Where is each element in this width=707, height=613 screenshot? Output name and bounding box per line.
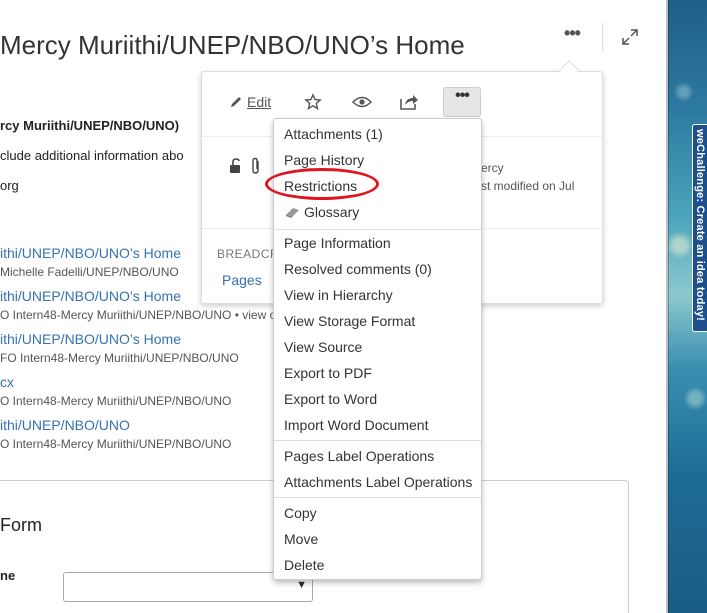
share-icon [400, 95, 418, 110]
menu-item-attachments-label-operations[interactable]: Attachments Label Operations [284, 474, 472, 490]
recent-item-link[interactable]: cx [0, 374, 14, 390]
edit-button[interactable]: Edit [229, 90, 271, 114]
menu-item-view-source[interactable]: View Source [284, 339, 362, 355]
menu-item-pages-label-operations[interactable]: Pages Label Operations [284, 448, 434, 464]
form-field-label: ne [0, 568, 16, 583]
recent-item-link[interactable]: ithi/UNEP/NBO/UNO’s Home [0, 288, 181, 304]
menu-divider [274, 229, 481, 230]
menu-divider [274, 440, 481, 441]
breadcrumb-pages-link[interactable]: Pages [222, 272, 262, 288]
share-button[interactable] [399, 90, 419, 114]
pencil-icon [231, 97, 241, 107]
more-actions-button[interactable]: ••• [443, 87, 481, 117]
menu-item-import-word-document[interactable]: Import Word Document [284, 417, 428, 433]
menu-item-attachments[interactable]: Attachments (1) [284, 126, 383, 142]
menu-item-restrictions[interactable]: Restrictions [284, 178, 357, 194]
popup-meta-line: ercy [481, 161, 504, 175]
expand-icon[interactable] [621, 28, 639, 46]
book-icon [286, 208, 299, 218]
unlock-icon[interactable] [229, 158, 243, 174]
menu-item-export-to-word[interactable]: Export to Word [284, 391, 377, 407]
profile-domain: org [0, 178, 19, 193]
menu-item-delete[interactable]: Delete [284, 557, 324, 573]
recent-item-meta: O Intern48-Mercy Muriithi/UNEP/NBO/UNO [0, 394, 232, 408]
eye-icon [352, 96, 372, 108]
form-title: Form [0, 515, 42, 535]
paperclip-icon[interactable] [250, 157, 262, 175]
profile-name: rcy Muriithi/UNEP/NBO/UNO) [0, 118, 180, 133]
menu-item-glossary[interactable]: Glossary [304, 204, 359, 220]
star-button[interactable] [304, 90, 322, 114]
star-icon [304, 93, 322, 110]
menu-item-resolved-comments[interactable]: Resolved comments (0) [284, 261, 432, 277]
page-title: Mercy Muriithi/UNEP/NBO/UNO’s Home [0, 30, 465, 60]
recent-item-meta: O Intern48-Mercy Muriithi/UNEP/NBO/UNO •… [0, 308, 276, 322]
profile-info: clude additional information abo [0, 148, 184, 163]
breadcrumbs-label: BREADCR [217, 247, 280, 261]
recent-item-meta: FO Intern48-Mercy Muriithi/UNEP/NBO/UNO [0, 351, 239, 365]
recent-item-link[interactable]: ithi/UNEP/NBO/UNO’s Home [0, 331, 181, 347]
watch-button[interactable] [352, 90, 372, 114]
menu-item-page-information[interactable]: Page Information [284, 235, 391, 251]
side-tab-label: weChallenge: Create an idea today! [694, 129, 706, 322]
recent-item-link[interactable]: ithi/UNEP/NBO/UNO’s Home [0, 245, 181, 261]
more-actions-menu: Attachments (1) Page History Restriction… [273, 118, 482, 580]
edit-label: Edit [247, 94, 272, 110]
menu-item-move[interactable]: Move [284, 531, 318, 547]
page-edge-shadow [666, 0, 669, 613]
popup-meta-line: st modified on Jul [481, 179, 575, 193]
recent-item-meta: O Intern48-Mercy Muriithi/UNEP/NBO/UNO [0, 437, 232, 451]
menu-divider [274, 497, 481, 498]
header-divider [602, 23, 603, 51]
menu-item-copy[interactable]: Copy [284, 505, 317, 521]
recent-item-link[interactable]: ithi/UNEP/NBO/UNO [0, 417, 130, 433]
menu-item-view-storage-format[interactable]: View Storage Format [284, 313, 415, 329]
recent-item-meta: Michelle Fadelli/UNEP/NBO/UNO [0, 265, 179, 279]
wechallenge-side-tab[interactable]: weChallenge: Create an idea today! [692, 124, 707, 332]
menu-item-view-in-hierarchy[interactable]: View in Hierarchy [284, 287, 393, 303]
more-actions-icon[interactable]: ••• [559, 24, 585, 48]
menu-item-export-to-pdf[interactable]: Export to PDF [284, 365, 372, 381]
menu-item-page-history[interactable]: Page History [284, 152, 364, 168]
caret-down-icon: ▼ [296, 579, 307, 591]
